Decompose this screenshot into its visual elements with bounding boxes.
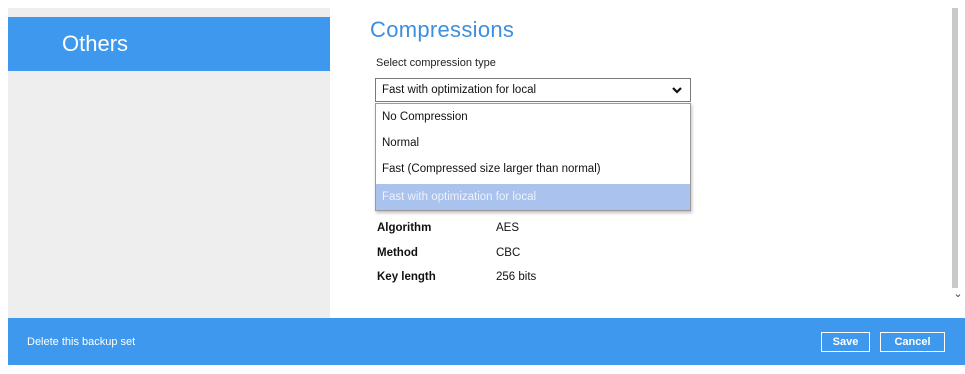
key-length-label: Key length xyxy=(377,271,436,283)
scrollbar-thumb[interactable] xyxy=(952,8,958,288)
section-title: Compressions xyxy=(370,17,515,42)
method-value: CBC xyxy=(496,247,521,259)
compression-type-label: Select compression type xyxy=(376,57,496,69)
footer-bar: Delete this backup set Save Cancel xyxy=(8,318,965,365)
method-label: Method xyxy=(377,247,418,259)
select-value: Fast with optimization for local xyxy=(382,84,537,96)
chevron-down-icon[interactable] xyxy=(672,79,682,101)
dropdown-option-no-compression[interactable]: No Compression xyxy=(376,104,690,130)
cancel-button[interactable]: Cancel xyxy=(880,332,945,352)
scroll-down-icon[interactable]: ⌄ xyxy=(952,289,964,300)
algorithm-value: AES xyxy=(496,222,520,234)
dropdown-option-fast[interactable]: Fast (Compressed size larger than normal… xyxy=(376,156,690,182)
delete-backup-set-link[interactable]: Delete this backup set xyxy=(27,335,135,349)
key-length-value: 256 bits xyxy=(496,271,537,283)
compression-type-select[interactable]: Fast with optimization for local xyxy=(375,78,691,102)
sidebar-item-others[interactable]: Others xyxy=(8,17,330,71)
save-button[interactable]: Save xyxy=(821,332,870,352)
sidebar-item-label: Others xyxy=(62,31,129,56)
dropdown-option-normal[interactable]: Normal xyxy=(376,130,690,156)
compression-dropdown: No Compression Normal Fast (Compressed s… xyxy=(375,103,691,211)
dropdown-option-fast-local[interactable]: Fast with optimization for local xyxy=(376,184,690,210)
sidebar: Others xyxy=(8,8,330,318)
algorithm-label: Algorithm xyxy=(377,222,432,234)
